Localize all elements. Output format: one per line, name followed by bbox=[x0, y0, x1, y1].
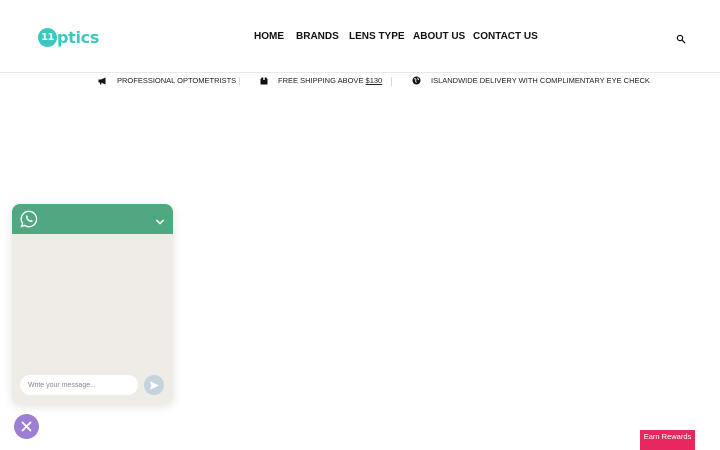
earn-rewards-button[interactable]: Earn Rewards bbox=[640, 430, 695, 450]
nav-about-us[interactable]: ABOUT US bbox=[413, 31, 465, 42]
megaphone-icon bbox=[98, 77, 106, 84]
whatsapp-close-button[interactable] bbox=[14, 414, 39, 439]
promo-divider bbox=[239, 77, 240, 86]
promo-optometrists-text: PROFESSIONAL OPTOMETRISTS bbox=[117, 76, 237, 85]
nav-contact-us[interactable]: CONTACT US bbox=[473, 31, 538, 42]
whatsapp-chat-widget bbox=[12, 204, 173, 404]
site-logo[interactable]: 11 ptics bbox=[38, 27, 99, 47]
whatsapp-header bbox=[12, 204, 173, 234]
promo-strip: PROFESSIONAL OPTOMETRISTS FREE SHIPPING … bbox=[0, 74, 720, 90]
send-button[interactable] bbox=[144, 375, 164, 395]
site-header: 11 ptics HOME BRANDS LENS TYPE ABOUT US … bbox=[0, 0, 720, 73]
promo-optometrists: PROFESSIONAL OPTOMETRISTS bbox=[98, 76, 236, 85]
nav-lens-type[interactable]: LENS TYPE bbox=[349, 31, 405, 42]
globe-icon bbox=[412, 76, 421, 85]
promo-divider bbox=[391, 77, 392, 86]
promo-shipping-text: FREE SHIPPING ABOVE bbox=[278, 76, 366, 85]
close-icon bbox=[21, 421, 32, 432]
page: 11 ptics HOME BRANDS LENS TYPE ABOUT US … bbox=[0, 0, 720, 450]
send-icon bbox=[149, 380, 159, 390]
chevron-down-icon[interactable] bbox=[155, 214, 165, 225]
box-icon bbox=[260, 77, 268, 84]
nav-brands[interactable]: BRANDS bbox=[296, 31, 339, 42]
logo-text: ptics bbox=[57, 27, 100, 47]
logo-badge: 11 bbox=[38, 27, 57, 47]
search-icon[interactable] bbox=[676, 31, 686, 44]
whatsapp-message-input[interactable] bbox=[20, 375, 138, 395]
promo-shipping-amount[interactable]: $130 bbox=[366, 76, 383, 85]
promo-shipping: FREE SHIPPING ABOVE $130 bbox=[260, 76, 382, 85]
promo-delivery-text: ISLANDWIDE DELIVERY WITH COMPLIMENTARY E… bbox=[431, 76, 650, 85]
whatsapp-icon bbox=[20, 210, 38, 228]
promo-delivery: ISLANDWIDE DELIVERY WITH COMPLIMENTARY E… bbox=[412, 76, 650, 85]
nav-home[interactable]: HOME bbox=[254, 31, 284, 42]
